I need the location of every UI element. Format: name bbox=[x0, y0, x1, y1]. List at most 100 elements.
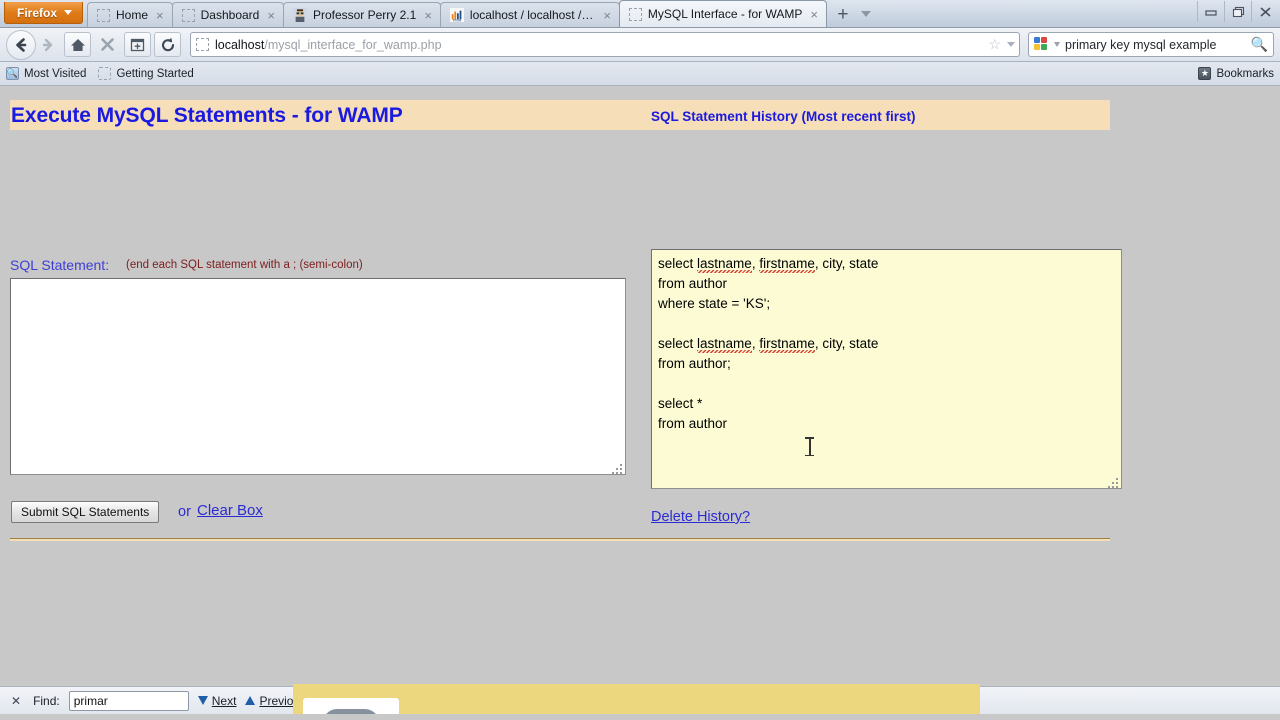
history-text: from author bbox=[658, 416, 728, 431]
url-host: localhost bbox=[215, 37, 265, 52]
tab-list-chevron-down-icon[interactable] bbox=[856, 3, 876, 25]
close-icon bbox=[1259, 6, 1271, 17]
history-text: where state = 'KS'; bbox=[658, 296, 771, 311]
history-title: SQL Statement History (Most recent first… bbox=[651, 109, 916, 124]
tab-mysql-interface[interactable]: MySQL Interface - for WAMP × bbox=[618, 0, 827, 27]
blank-favicon-icon bbox=[181, 8, 195, 22]
blank-favicon-icon bbox=[628, 7, 642, 21]
history-text: , city, state bbox=[814, 336, 879, 351]
firefox-menu-label: Firefox bbox=[17, 5, 58, 20]
tab-phpmyadmin[interactable]: PMA localhost / localhost / test | ... × bbox=[439, 2, 620, 27]
bookmarks-menu-button[interactable]: ★ Bookmarks bbox=[1198, 67, 1274, 80]
history-text: from author bbox=[658, 276, 728, 291]
phpmyadmin-favicon-icon: PMA bbox=[449, 8, 464, 22]
new-tab-button[interactable]: + bbox=[830, 4, 856, 26]
back-arrow-icon bbox=[16, 37, 27, 52]
history-text: select bbox=[658, 256, 698, 271]
banner-line-1: Working Files for this movie bbox=[399, 709, 962, 714]
forward-button bbox=[35, 32, 61, 58]
sql-statement-hint: (end each SQL statement with a ; (semi-c… bbox=[126, 259, 363, 271]
arrow-down-icon bbox=[197, 696, 208, 705]
chevron-down-icon bbox=[64, 10, 73, 15]
url-text: localhost/mysql_interface_for_wamp.php bbox=[215, 38, 982, 52]
tab-professor-perry[interactable]: Professor Perry 2.1 × bbox=[282, 2, 441, 27]
close-icon[interactable]: × bbox=[154, 9, 166, 22]
sql-history-textarea[interactable]: select lastname, firstname, city, state f… bbox=[651, 249, 1122, 489]
close-icon[interactable]: × bbox=[808, 8, 820, 21]
horizontal-rule bbox=[10, 538, 1110, 541]
window-controls bbox=[1197, 1, 1278, 23]
text-cursor-icon bbox=[805, 437, 814, 456]
tab-bar: Firefox Home × Dashboard × Professor Per… bbox=[0, 0, 1280, 28]
bookmarks-toolbar: 🔍 Most Visited Getting Started ★ Bookmar… bbox=[0, 62, 1280, 86]
chevron-down-icon[interactable] bbox=[1007, 42, 1015, 47]
blank-favicon-icon bbox=[97, 8, 111, 22]
close-icon[interactable]: × bbox=[601, 9, 613, 22]
back-button[interactable] bbox=[6, 29, 36, 60]
misspelled-word: firstname bbox=[759, 336, 815, 351]
close-icon[interactable]: × bbox=[265, 9, 277, 22]
close-icon[interactable]: × bbox=[422, 9, 434, 22]
close-icon bbox=[101, 38, 114, 51]
close-button[interactable] bbox=[1251, 1, 1278, 22]
clear-box-link[interactable]: Clear Box bbox=[197, 502, 263, 519]
history-text: from author; bbox=[658, 356, 731, 371]
url-path: /mysql_interface_for_wamp.php bbox=[264, 37, 442, 52]
home-button[interactable] bbox=[64, 32, 91, 57]
firefox-menu-button[interactable]: Firefox bbox=[4, 2, 84, 24]
blank-favicon-icon bbox=[98, 67, 112, 80]
minimize-icon bbox=[1205, 9, 1217, 16]
tab-label: Professor Perry 2.1 bbox=[312, 8, 417, 22]
history-line: from author bbox=[658, 274, 1115, 294]
chevron-down-icon[interactable] bbox=[1054, 42, 1060, 47]
bookmarks-menu-label: Bookmarks bbox=[1216, 67, 1274, 80]
find-next-button[interactable]: Next bbox=[197, 693, 237, 708]
history-line: from author; bbox=[658, 354, 1115, 374]
reload-button[interactable] bbox=[154, 32, 181, 57]
submit-sql-button[interactable]: Submit SQL Statements bbox=[11, 501, 160, 523]
bookmark-star-icon[interactable]: ☆ bbox=[988, 36, 1001, 53]
search-input[interactable]: primary key mysql example bbox=[1065, 38, 1246, 52]
banner-icon-box bbox=[303, 698, 399, 714]
tool-tile bbox=[323, 709, 379, 714]
forward-arrow-icon bbox=[42, 38, 53, 51]
tab-home[interactable]: Home × bbox=[87, 2, 173, 27]
stop-button[interactable] bbox=[94, 32, 121, 57]
search-icon[interactable]: 🔍 bbox=[1251, 36, 1268, 53]
sql-statement-label: SQL Statement: bbox=[10, 257, 110, 273]
delete-history-link[interactable]: Delete History? bbox=[651, 509, 750, 525]
history-text: select * bbox=[658, 396, 703, 411]
history-line bbox=[658, 314, 1115, 334]
tab-label: localhost / localhost / test | ... bbox=[469, 8, 595, 22]
browser-window: Firefox Home × Dashboard × Professor Per… bbox=[0, 0, 1280, 720]
professor-perry-favicon-icon bbox=[292, 8, 307, 22]
tab-label: Dashboard bbox=[200, 8, 260, 22]
minimize-button[interactable] bbox=[1197, 1, 1224, 22]
search-bar[interactable]: primary key mysql example 🔍 bbox=[1028, 32, 1274, 57]
url-bar[interactable]: localhost/mysql_interface_for_wamp.php ☆ bbox=[190, 32, 1020, 57]
find-label: Find: bbox=[33, 693, 60, 708]
history-line: from author bbox=[658, 414, 1115, 434]
home-icon bbox=[70, 38, 85, 51]
bookmarks-icon: ★ bbox=[1198, 67, 1212, 80]
history-line: select lastname, firstname, city, state bbox=[658, 334, 1115, 354]
bookmark-getting-started[interactable]: Getting Started bbox=[98, 67, 194, 80]
close-icon[interactable]: ✕ bbox=[8, 694, 24, 708]
history-line bbox=[658, 374, 1115, 394]
page-content: Execute MySQL Statements - for WAMP SQL … bbox=[0, 86, 1280, 541]
most-visited-icon: 🔍 bbox=[6, 67, 19, 80]
bookmark-most-visited[interactable]: 🔍 Most Visited bbox=[6, 67, 86, 80]
bookmark-label: Most Visited bbox=[24, 67, 87, 80]
tab-dashboard[interactable]: Dashboard × bbox=[171, 2, 284, 27]
banner-text: Working Files for this movie can be foun… bbox=[399, 709, 980, 714]
find-next-label: Next bbox=[211, 693, 237, 708]
sql-input-textarea[interactable] bbox=[10, 278, 626, 475]
working-files-banner: Working Files for this movie can be foun… bbox=[293, 684, 980, 714]
history-line: select * bbox=[658, 394, 1115, 414]
find-input[interactable]: primar bbox=[68, 690, 189, 711]
history-line: select lastname, firstname, city, state bbox=[658, 254, 1115, 274]
new-window-button[interactable] bbox=[124, 32, 151, 57]
misspelled-word: lastname bbox=[697, 256, 752, 271]
restore-button[interactable] bbox=[1224, 1, 1251, 22]
history-line: where state = 'KS'; bbox=[658, 294, 1115, 314]
